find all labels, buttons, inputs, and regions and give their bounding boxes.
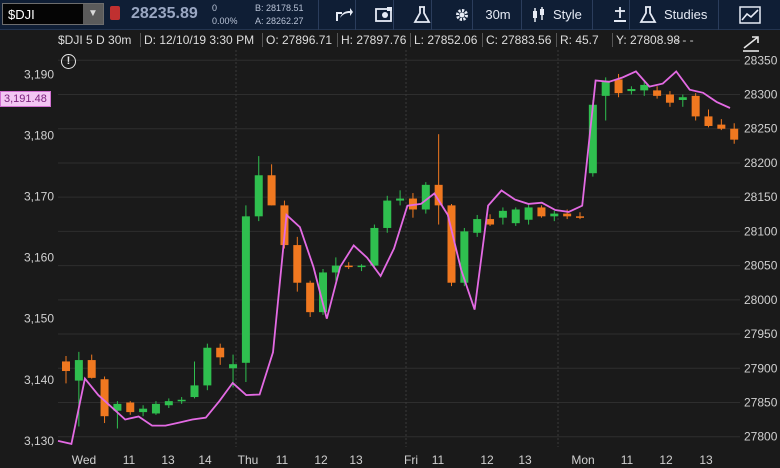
time-axis-tick-label: Mon <box>571 453 594 467</box>
candle <box>511 207 520 226</box>
time-axis-tick-label: 14 <box>198 453 212 467</box>
candle-body <box>177 399 186 402</box>
right-axis-tick-label: 28150 <box>744 190 778 204</box>
candle <box>241 205 250 382</box>
right-axis-tick-label: 27800 <box>744 430 778 444</box>
right-axis-tick-label: 27850 <box>744 396 778 410</box>
candle-body <box>254 175 263 217</box>
right-axis-tick-label: 28000 <box>744 293 778 307</box>
left-axis-tick-label: 3,190 <box>24 67 54 81</box>
candle-body <box>576 216 584 218</box>
time-axis-tick-label: 13 <box>699 453 713 467</box>
candle-body <box>87 360 96 378</box>
candle-body <box>640 84 649 91</box>
time-axis-tick-label: 12 <box>659 453 673 467</box>
time-axis-tick-label: Wed <box>72 453 96 467</box>
left-axis-tick-label: 3,140 <box>24 373 54 387</box>
candle-body <box>74 360 83 381</box>
candle-body <box>665 94 674 103</box>
right-axis-tick-label: 27950 <box>744 327 778 341</box>
right-axis-tick-label: 27900 <box>744 361 778 375</box>
candle-body <box>691 95 700 117</box>
candle-body <box>460 231 469 283</box>
right-axis-tick-label: 28250 <box>744 122 778 136</box>
alert-icon[interactable]: ! <box>61 54 76 69</box>
candle-body <box>717 124 726 129</box>
candle-body <box>216 347 225 358</box>
candle-body <box>396 198 405 201</box>
candle-body <box>344 265 353 268</box>
candle-body <box>151 403 160 414</box>
candle-body <box>601 80 610 96</box>
candle-body <box>537 207 546 217</box>
candle-body <box>203 347 212 386</box>
candle-body <box>550 213 559 217</box>
candle-body <box>267 175 276 206</box>
time-axis: Wed 11 13 14 Thu 11 12 13 Fri 11 12 13 Mon 11 12 13 <box>72 453 713 467</box>
time-axis-tick-label: 12 <box>314 453 328 467</box>
time-axis-tick-label: 11 <box>276 453 289 467</box>
right-axis-tick-label: 28300 <box>744 87 778 101</box>
candle-body <box>370 227 379 266</box>
time-axis-tick-label: Fri <box>404 453 418 467</box>
candle-body <box>164 401 173 406</box>
candle-body <box>473 219 482 233</box>
time-axis-tick-label: 13 <box>518 453 532 467</box>
time-axis-tick-label: Thu <box>238 453 259 467</box>
time-axis-tick-label: 11 <box>432 453 445 467</box>
expand-chart-icon[interactable] <box>740 34 762 52</box>
candle <box>691 93 700 121</box>
candle-body <box>730 128 739 140</box>
right-axis-tick-label: 28050 <box>744 259 778 273</box>
candle-body <box>62 361 70 372</box>
overlay-price-tag: 3,191.48 <box>0 91 51 107</box>
time-axis-tick-label: 13 <box>161 453 175 467</box>
candle-body <box>511 209 520 224</box>
time-axis-tick-label: 11 <box>621 453 634 467</box>
right-axis-tick-label: 28200 <box>744 156 778 170</box>
right-axis-tick-label: 28350 <box>744 53 778 67</box>
candle-body <box>357 265 366 268</box>
left-axis-tick-label: 3,160 <box>24 251 54 265</box>
candle-body <box>678 97 687 100</box>
candle-body <box>704 116 713 126</box>
price-axis-left: 3,130 3,140 3,150 3,160 3,170 3,180 3,190 <box>24 67 54 447</box>
left-axis-tick-label: 3,170 <box>24 190 54 204</box>
time-axis-tick-label: 13 <box>349 453 363 467</box>
time-axis-tick-label: 11 <box>123 453 136 467</box>
left-axis-tick-label: 3,180 <box>24 129 54 143</box>
candle-body <box>524 207 533 220</box>
plot-area <box>58 50 740 447</box>
candle-body <box>627 89 636 92</box>
candle-body <box>498 210 507 218</box>
time-axis-tick-label: 12 <box>480 453 494 467</box>
price-axis-right: 27800 27850 27900 27950 28000 28050 28100 28150… <box>744 53 778 443</box>
right-axis-tick-label: 28100 <box>744 224 778 238</box>
candle-body <box>486 219 495 225</box>
candle-body <box>383 200 392 228</box>
candle <box>203 343 212 391</box>
candle <box>383 195 392 233</box>
price-chart[interactable]: 27800 27850 27900 27950 28000 28050 28100 28150… <box>0 0 780 468</box>
candle-body <box>139 408 148 413</box>
candle-body <box>241 216 250 363</box>
left-axis-tick-label: 3,130 <box>24 434 54 448</box>
candle-body <box>306 282 315 313</box>
candle-body <box>614 79 623 94</box>
candle-body <box>563 213 572 217</box>
candle-body <box>229 364 238 369</box>
candle-body <box>293 245 302 283</box>
candle <box>306 280 315 317</box>
candle-body <box>190 385 199 398</box>
candle-body <box>126 402 135 413</box>
left-axis-tick-label: 3,150 <box>24 312 54 326</box>
candle-body <box>653 90 662 96</box>
